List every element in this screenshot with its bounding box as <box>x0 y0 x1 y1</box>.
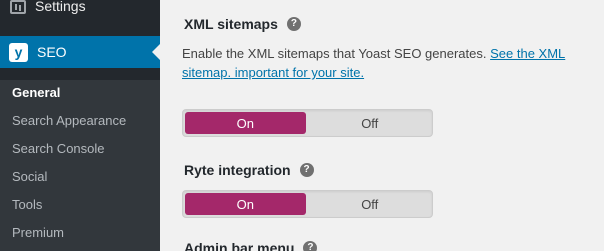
help-icon[interactable]: ? <box>303 241 318 251</box>
seo-submenu: General Search Appearance Search Console… <box>0 80 160 251</box>
submenu-item-search-console[interactable]: Search Console <box>12 141 105 156</box>
xml-sitemaps-description-text: Enable the XML sitemaps that Yoast SEO g… <box>182 46 491 61</box>
menu-item-settings-label: Settings <box>35 0 86 14</box>
yoast-icon: y <box>9 42 28 62</box>
submenu-item-search-appearance[interactable]: Search Appearance <box>12 113 126 128</box>
submenu-item-social[interactable]: Social <box>12 169 47 184</box>
ryte-integration-label: Ryte integration ? <box>184 162 314 178</box>
xml-sitemaps-title: XML sitemaps <box>184 16 278 32</box>
xml-sitemaps-on-option[interactable]: On <box>185 112 306 134</box>
submenu-item-premium[interactable]: Premium <box>12 225 64 240</box>
submenu-item-tools[interactable]: Tools <box>12 197 42 212</box>
menu-item-seo[interactable]: y SEO <box>0 36 160 68</box>
help-icon[interactable]: ? <box>286 17 301 31</box>
ryte-integration-toggle[interactable]: On Off <box>182 190 433 218</box>
help-icon[interactable]: ? <box>299 163 314 177</box>
xml-sitemaps-toggle[interactable]: On Off <box>182 109 433 137</box>
ryte-integration-on-option[interactable]: On <box>185 193 306 215</box>
xml-sitemaps-label: XML sitemaps ? <box>184 16 301 32</box>
admin-bar-menu-label: Admin bar menu ? <box>184 240 318 251</box>
menu-item-settings[interactable]: Settings <box>0 0 160 20</box>
current-menu-arrow <box>152 44 160 60</box>
admin-sidebar: Settings y SEO General Search Appearance… <box>0 0 160 251</box>
submenu-item-general[interactable]: General <box>12 85 60 100</box>
settings-sliders-icon <box>10 0 26 14</box>
ryte-integration-off-option[interactable]: Off <box>308 191 433 217</box>
ryte-integration-title: Ryte integration <box>184 162 291 178</box>
main-content: XML sitemaps ? Enable the XML sitemaps t… <box>160 0 604 251</box>
admin-bar-menu-title: Admin bar menu <box>184 240 295 251</box>
menu-item-seo-label: SEO <box>37 44 67 60</box>
xml-sitemaps-description: Enable the XML sitemaps that Yoast SEO g… <box>182 44 604 82</box>
xml-sitemaps-off-option[interactable]: Off <box>308 110 433 136</box>
